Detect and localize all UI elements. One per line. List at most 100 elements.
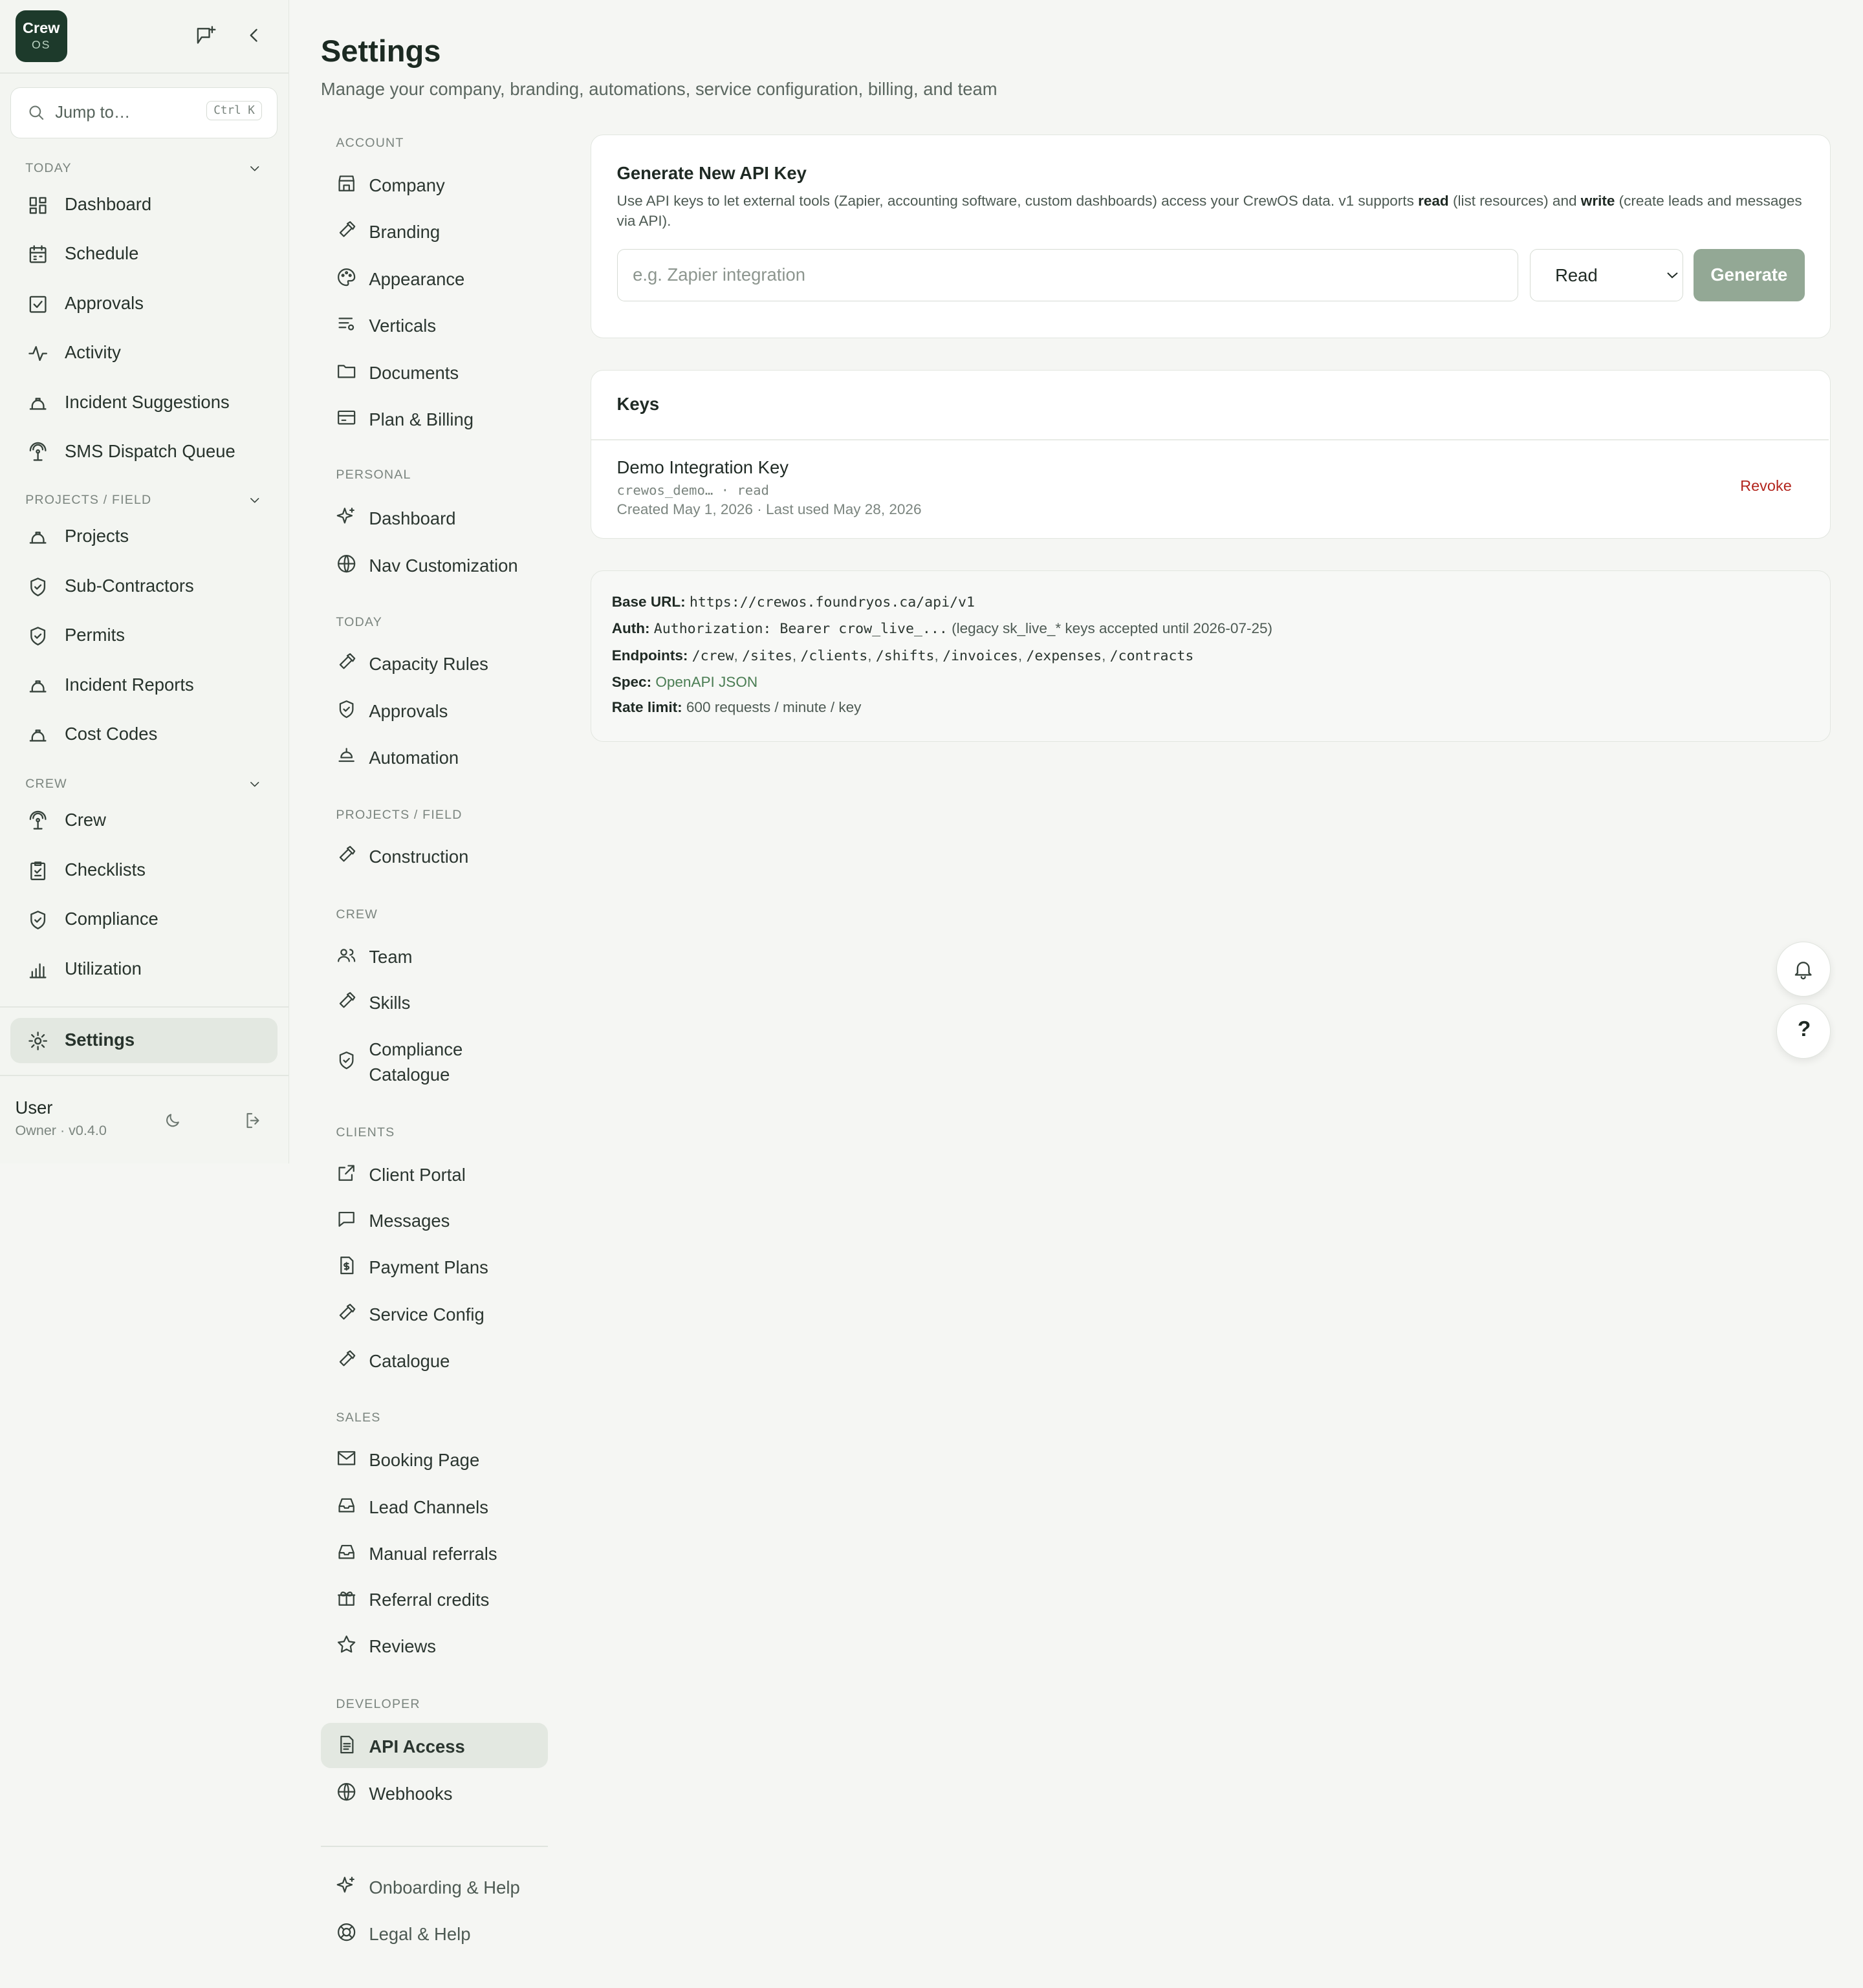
settings-nav-label: Client Portal [369, 1165, 466, 1185]
sidebar-item-dashboard[interactable]: Dashboard [10, 182, 278, 228]
section-title-today[interactable]: TODAY [25, 161, 72, 176]
chevron-down-icon[interactable] [247, 161, 263, 177]
chevron-down-icon[interactable] [247, 777, 263, 792]
sidebar-item-checklists[interactable]: Checklists [10, 848, 278, 894]
crewos-logo[interactable]: Crew OS [15, 10, 67, 63]
shield-check-icon [340, 1051, 354, 1070]
sidebar-item-settings[interactable]: Settings [10, 1017, 278, 1064]
settings-nav-company[interactable]: Company [321, 161, 548, 207]
scope-select[interactable]: Read [1529, 249, 1683, 301]
globe-icon [338, 1782, 356, 1801]
settings-nav-manual-referrals[interactable]: Manual referrals [321, 1530, 548, 1576]
settings-nav-api-access[interactable]: API Access [320, 1722, 548, 1769]
sidebar-item-schedule[interactable]: Schedule [10, 232, 278, 278]
sidebar-item-activity[interactable]: Activity [10, 331, 278, 377]
sidebar-item-sub-contractors[interactable]: Sub-Contractors [10, 564, 278, 610]
settings-nav-label: Service Config [369, 1304, 485, 1324]
sidebar-item-label: Sub-Contractors [64, 575, 194, 596]
settings-nav-label: Company [369, 175, 445, 195]
settings-section-title: SALES [336, 1410, 381, 1425]
sidebar: Crew OS Jump to… Ctrl K TODAY Dashboard S… [0, 0, 289, 1164]
settings-nav-skills[interactable]: Skills [321, 978, 548, 1024]
settings-nav-capacity-rules[interactable]: Capacity Rules [321, 640, 548, 686]
sidebar-item-cost-codes[interactable]: Cost Codes [10, 713, 278, 759]
logout-icon[interactable] [243, 1110, 263, 1130]
jump-to-search[interactable]: Jump to… Ctrl K [10, 87, 278, 138]
divider [0, 1006, 289, 1008]
generate-button[interactable]: Generate [1693, 249, 1805, 301]
notifications-button[interactable] [1776, 942, 1831, 997]
sidebar-item-label: Activity [64, 342, 121, 363]
api-info-panel: Base URL: https://crewos.foundryos.ca/ap… [591, 570, 1831, 742]
desc-text: (list resources) and [1448, 192, 1581, 209]
gift-icon [338, 1591, 356, 1606]
shield-check-icon [340, 700, 354, 718]
sidebar-item-approvals[interactable]: Approvals [10, 281, 278, 327]
settings-nav-team[interactable]: Team [321, 933, 548, 979]
sidebar-item-compliance[interactable]: Compliance [10, 898, 278, 944]
settings-nav-onboarding-help[interactable]: Onboarding & Help [321, 1863, 548, 1909]
radio-tower-icon [29, 811, 47, 830]
settings-nav-label: API Access [369, 1736, 465, 1757]
settings-nav-legal-help[interactable]: Legal & Help [321, 1910, 548, 1956]
sidebar-item-permits[interactable]: Permits [10, 614, 278, 660]
settings-nav-nav-customization[interactable]: Nav Customization [321, 541, 548, 587]
endpoint: /contracts [1109, 647, 1194, 664]
rate-limit-row: Rate limit: 600 requests / minute / key [612, 699, 862, 716]
sidebar-item-utilization[interactable]: Utilization [10, 947, 278, 993]
desc-write: write [1580, 192, 1615, 209]
hammer-icon [340, 846, 356, 862]
sidebar-item-incident-suggestions[interactable]: Incident Suggestions [10, 380, 278, 426]
settings-nav-appearance[interactable]: Appearance [321, 255, 548, 301]
settings-nav-client-portal[interactable]: Client Portal [321, 1151, 548, 1197]
sidebar-item-label: Schedule [64, 243, 139, 264]
settings-nav-personal-dashboard[interactable]: Dashboard [321, 494, 548, 540]
help-button[interactable]: ? [1776, 1004, 1831, 1059]
openapi-json-link[interactable]: OpenAPI JSON [655, 674, 757, 690]
settings-nav-construction[interactable]: Construction [321, 833, 548, 879]
mail-icon [338, 1451, 356, 1465]
settings-nav-approvals[interactable]: Approvals [321, 687, 548, 733]
sidebar-item-crew[interactable]: Crew [10, 799, 278, 845]
settings-nav-lead-channels[interactable]: Lead Channels [321, 1483, 548, 1529]
endpoint: /shifts [875, 647, 935, 664]
settings-nav-booking-page[interactable]: Booking Page [321, 1436, 548, 1482]
settings-nav-payment-plans[interactable]: Payment Plans [321, 1244, 548, 1290]
settings-nav-documents[interactable]: Documents [321, 349, 548, 394]
settings-nav-reviews[interactable]: Reviews [321, 1623, 548, 1669]
chevron-down-icon[interactable] [247, 493, 263, 508]
endpoint: /crew [692, 647, 734, 664]
feedback-icon[interactable] [194, 24, 217, 47]
settings-nav-compliance-catalogue[interactable]: Compliance Catalogue [321, 1026, 548, 1097]
radio-tower-icon [29, 442, 47, 461]
settings-nav-messages[interactable]: Messages [321, 1196, 548, 1242]
hammer-icon [340, 1303, 356, 1320]
settings-nav-plan-billing[interactable]: Plan & Billing [321, 396, 548, 442]
settings-nav-verticals[interactable]: Verticals [321, 301, 548, 347]
sidebar-item-projects[interactable]: Projects [10, 515, 278, 561]
settings-nav-webhooks[interactable]: Webhooks [321, 1769, 548, 1815]
sidebar-item-sms-dispatch-queue[interactable]: SMS Dispatch Queue [10, 429, 278, 475]
credit-card-icon [338, 410, 356, 425]
settings-nav-branding[interactable]: Branding [321, 208, 548, 254]
section-title-crew[interactable]: CREW [25, 777, 67, 792]
base-url-label: Base URL: [611, 594, 686, 610]
key-name-input[interactable] [616, 249, 1519, 301]
settings-nav-label: Appearance [369, 268, 465, 289]
section-title-projects-field[interactable]: PROJECTS / FIELD [25, 493, 151, 508]
settings-section-title: CREW [336, 907, 378, 922]
base-url: https://crewos.foundryos.ca/api/v1 [689, 594, 975, 611]
user-profile[interactable]: User Owner · v0.4.0 [16, 1097, 107, 1139]
settings-nav-automation[interactable]: Automation [321, 734, 548, 780]
sidebar-item-incident-reports[interactable]: Incident Reports [10, 663, 278, 709]
auth-note: (legacy sk_live_* keys accepted until 20… [952, 620, 1273, 637]
sidebar-item-label: Incident Suggestions [64, 391, 230, 412]
collapse-sidebar-icon[interactable] [243, 24, 266, 47]
hammer-icon [340, 1350, 356, 1367]
settings-nav-catalogue[interactable]: Catalogue [321, 1337, 548, 1383]
revoke-button[interactable]: Revoke [1740, 477, 1792, 495]
settings-nav-service-config[interactable]: Service Config [321, 1290, 548, 1336]
sidebar-item-label: Incident Reports [64, 674, 194, 695]
moon-icon[interactable] [162, 1110, 182, 1130]
settings-nav-referral-credits[interactable]: Referral credits [321, 1575, 548, 1621]
